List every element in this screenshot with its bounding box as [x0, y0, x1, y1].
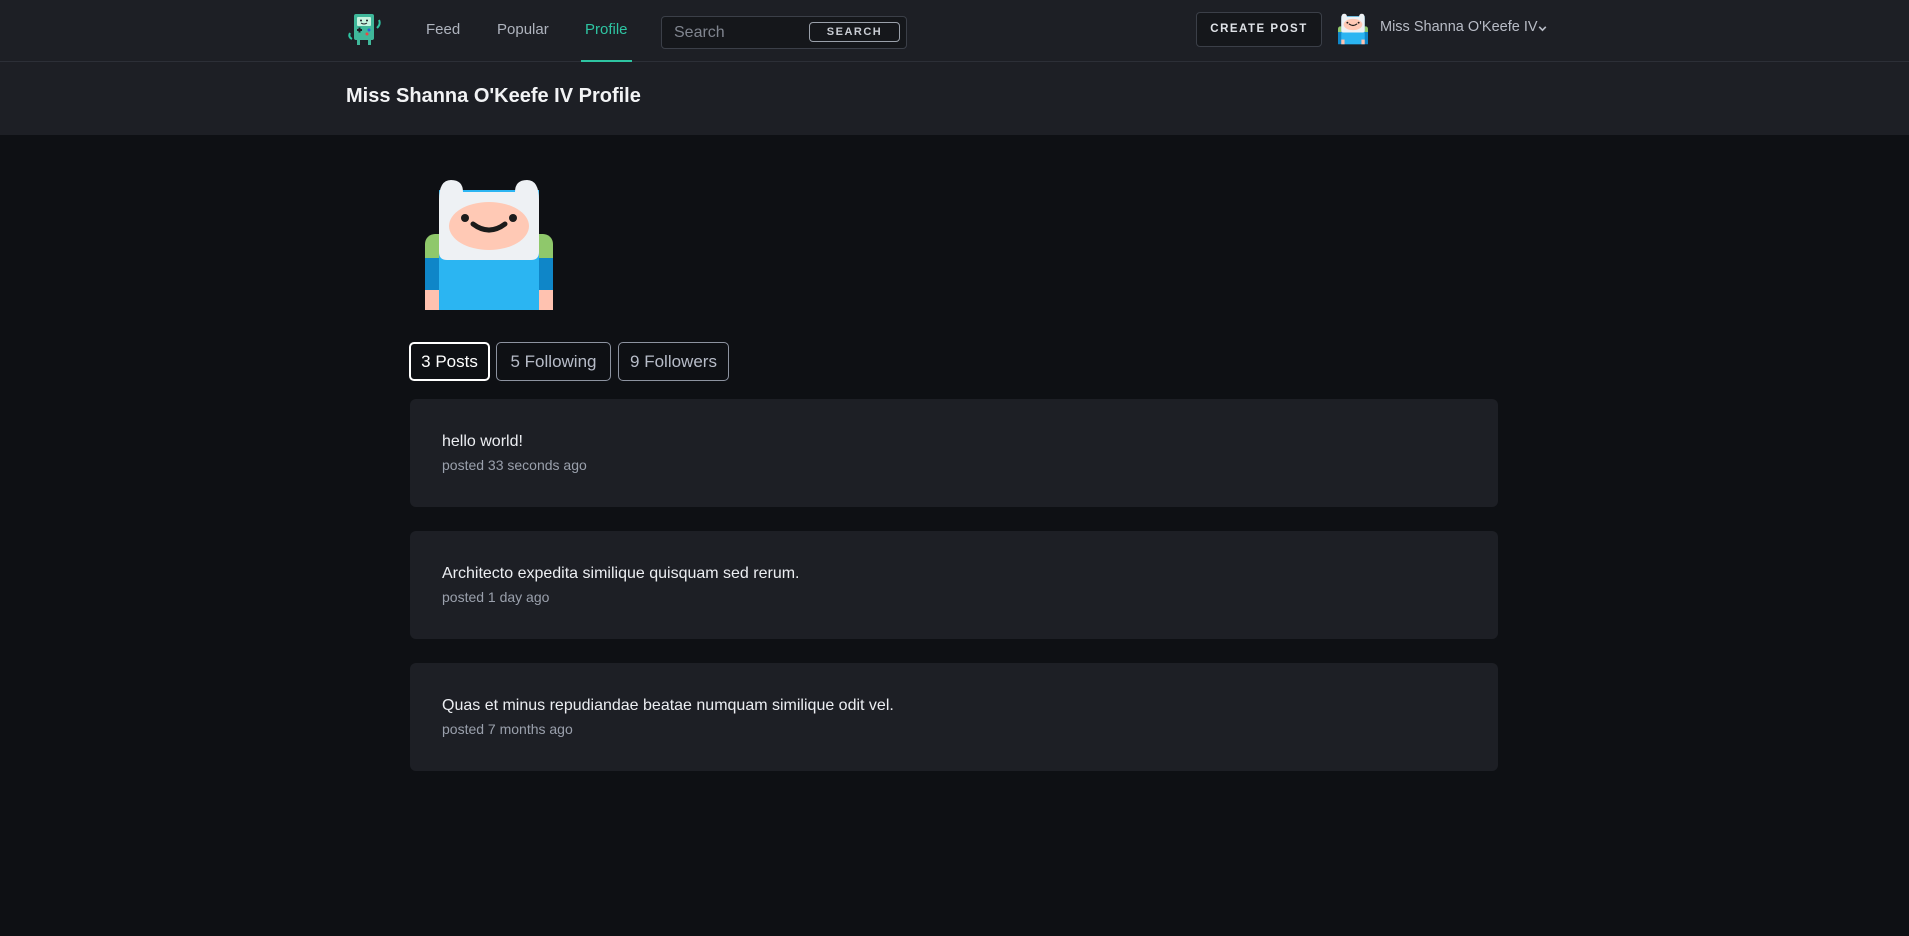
bmo-logo-icon[interactable] — [346, 11, 382, 47]
tab-following[interactable]: 5 Following — [496, 342, 611, 381]
nav-popular-link[interactable]: Popular — [497, 0, 549, 62]
create-post-button[interactable]: CREATE POST — [1196, 12, 1322, 47]
finn-avatar-icon — [1338, 13, 1368, 45]
tab-followers[interactable]: 9 Followers — [618, 342, 729, 381]
finn-avatar-icon — [425, 180, 553, 310]
nav-feed-link[interactable]: Feed — [426, 0, 460, 62]
user-name: Miss Shanna O'Keefe IV — [1380, 19, 1538, 35]
post-body[interactable]: Quas et minus repudiandae beatae numquam… — [442, 697, 894, 715]
search-button[interactable]: SEARCH — [809, 22, 900, 42]
search-form: SEARCH — [661, 16, 907, 49]
nav-profile-link[interactable]: Profile — [581, 0, 632, 62]
page-header: Miss Shanna O'Keefe IV Profile — [0, 62, 1909, 135]
post-body[interactable]: hello world! — [442, 433, 523, 451]
post-body[interactable]: Architecto expedita similique quisquam s… — [442, 565, 800, 583]
post-timestamp: posted 1 day ago — [442, 589, 550, 605]
post-card[interactable]: Quas et minus repudiandae beatae numquam… — [410, 663, 1498, 771]
search-input[interactable] — [662, 17, 812, 48]
top-navigation: Feed Popular Profile SEARCH CREATE POST … — [0, 0, 1909, 62]
page-title: Miss Shanna O'Keefe IV Profile — [346, 85, 641, 107]
post-card[interactable]: Architecto expedita similique quisquam s… — [410, 531, 1498, 639]
tab-posts[interactable]: 3 Posts — [409, 342, 490, 381]
post-timestamp: posted 7 months ago — [442, 721, 573, 737]
chevron-down-icon — [1538, 26, 1547, 32]
post-card[interactable]: hello world! posted 33 seconds ago — [410, 399, 1498, 507]
post-timestamp: posted 33 seconds ago — [442, 457, 587, 473]
